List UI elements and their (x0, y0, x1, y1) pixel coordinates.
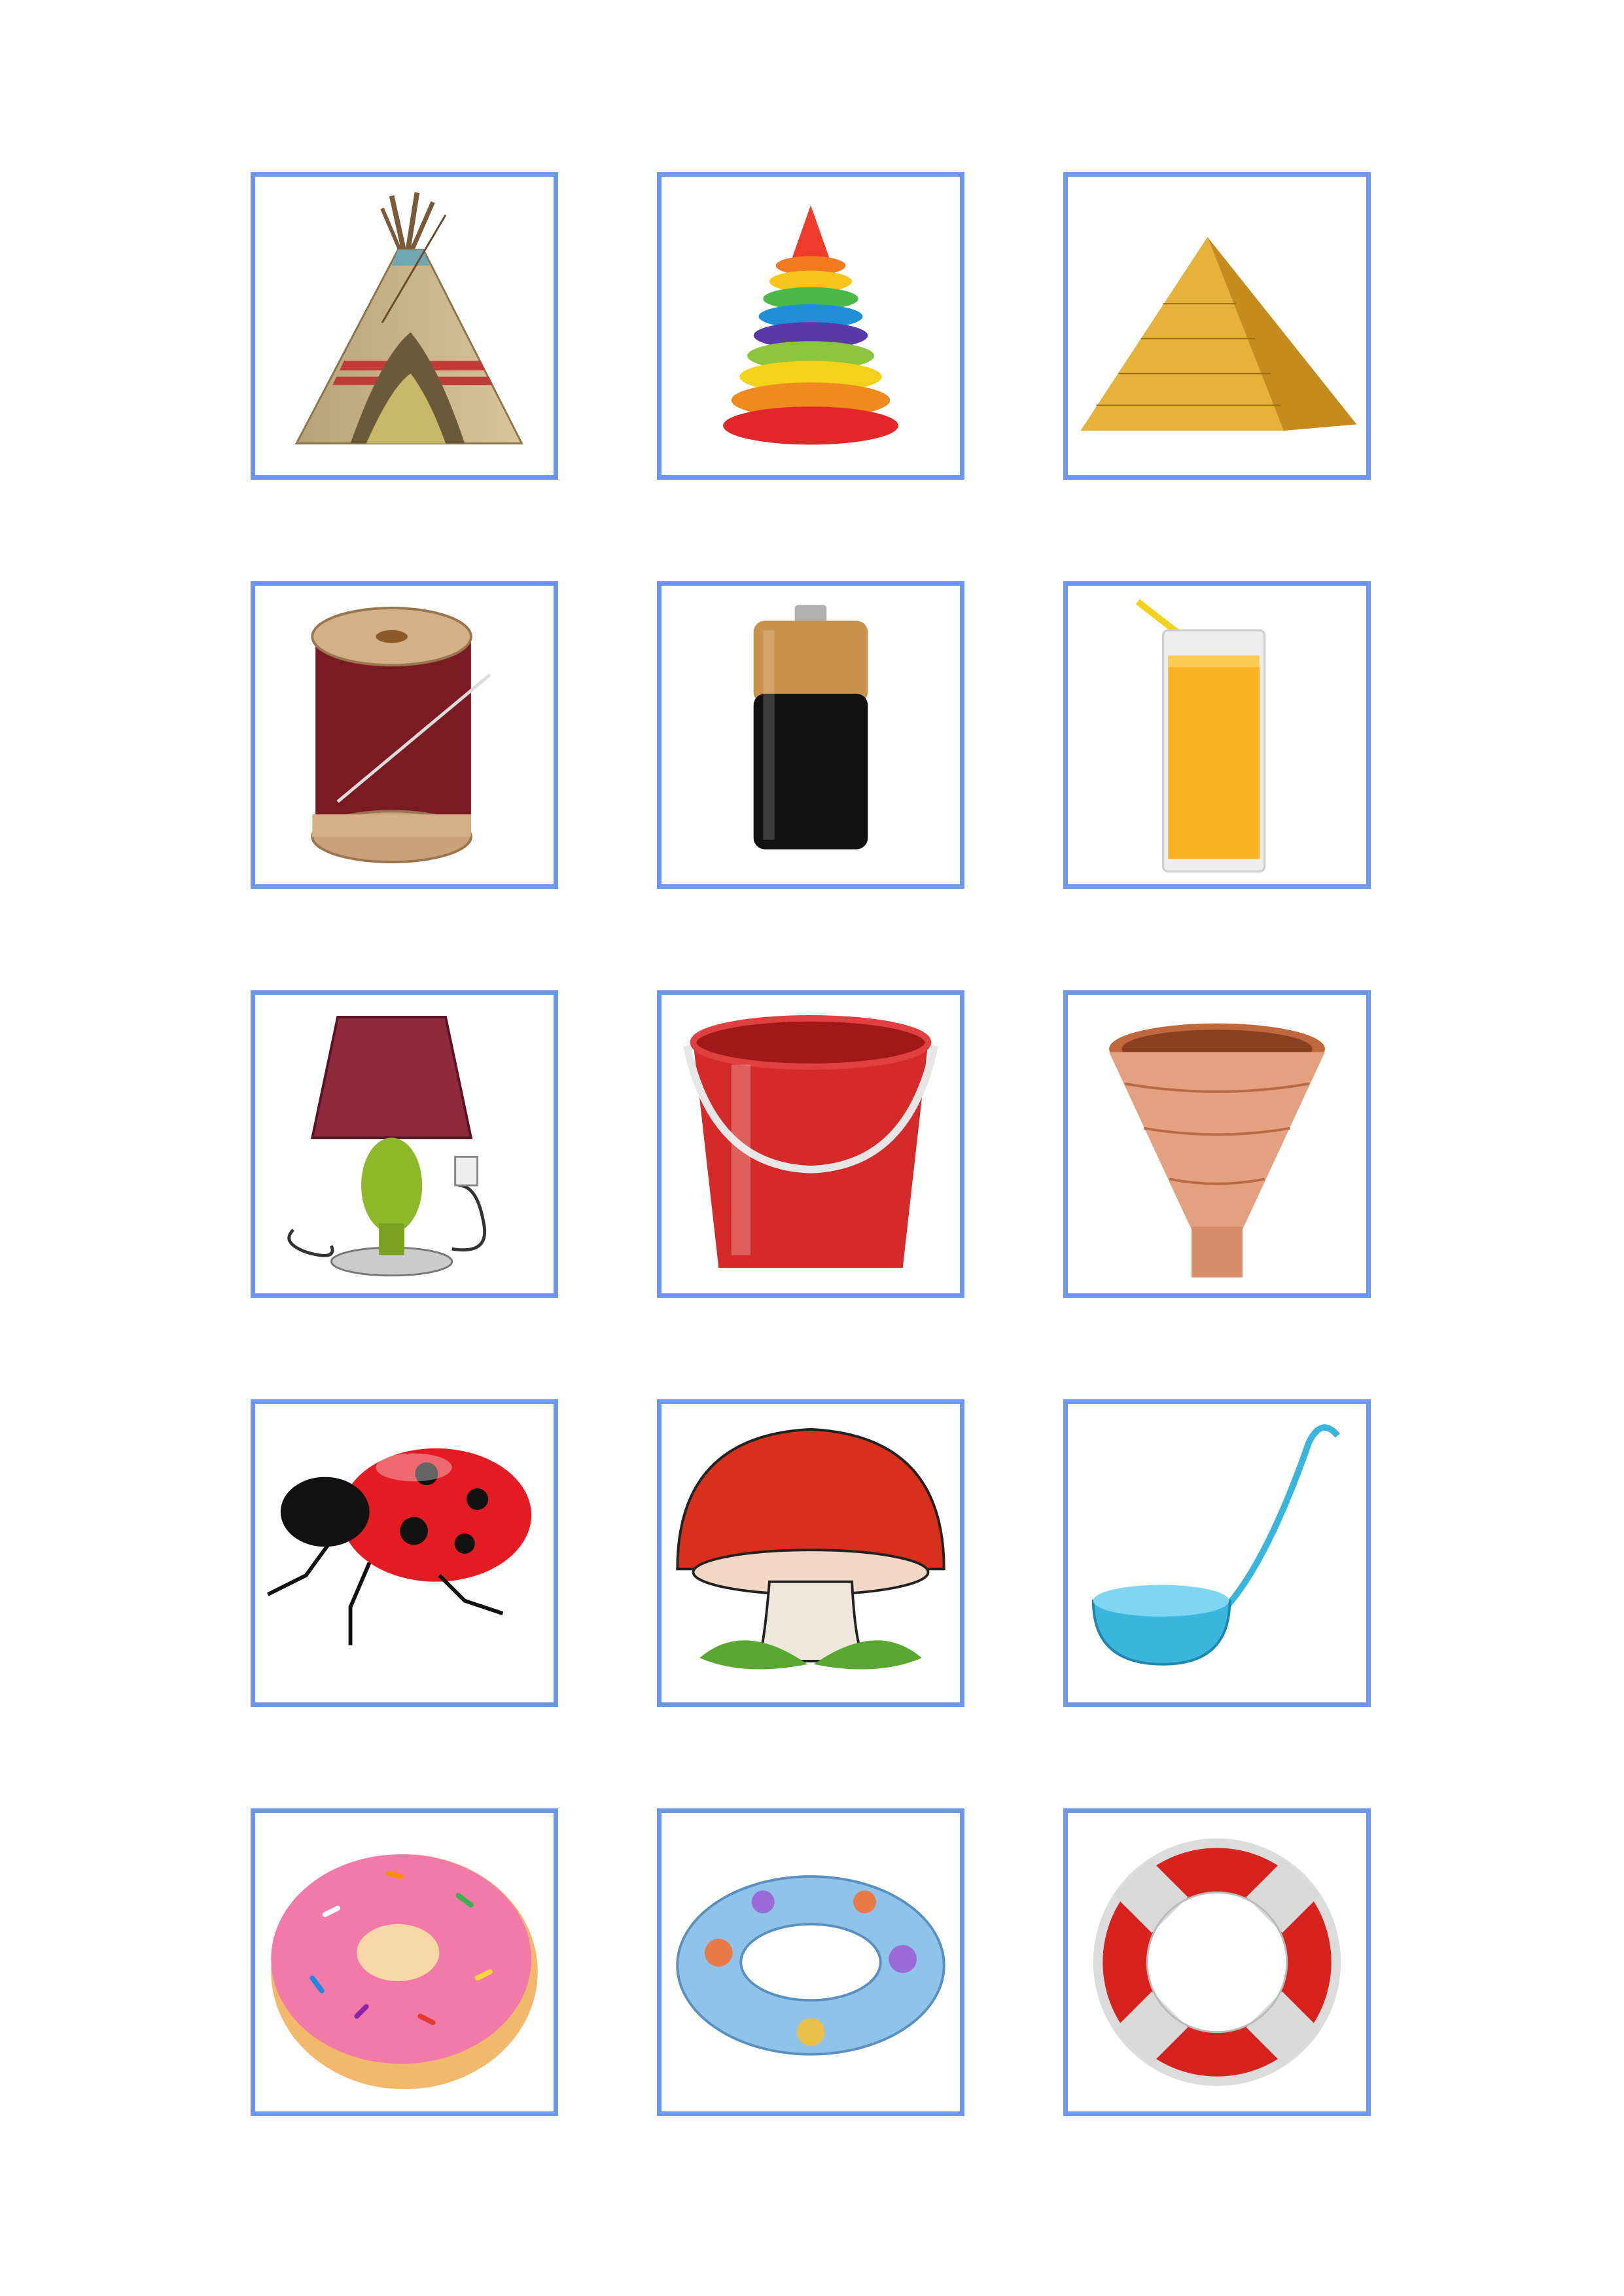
card-pyramid (1063, 172, 1371, 480)
card-donut (251, 1808, 558, 2116)
ladle-icon (1091, 1424, 1341, 1666)
battery-icon (753, 605, 868, 850)
swim-ring-icon (676, 1875, 945, 2056)
stacking-rings-toy-icon (723, 205, 898, 445)
donut-icon (271, 1854, 538, 2090)
thread-spool-icon (311, 607, 491, 863)
card-table-lamp (251, 990, 558, 1298)
card-juice-glass (1063, 581, 1371, 889)
card-mushroom (657, 1399, 964, 1707)
card-thread-spool (251, 581, 558, 889)
card-funnel (1063, 990, 1371, 1298)
card-bucket (657, 990, 964, 1298)
card-ladle (1063, 1399, 1371, 1707)
funnel-icon (1109, 1023, 1325, 1278)
card-teepee (251, 172, 558, 480)
card-battery (657, 581, 964, 889)
pyramid-icon (1080, 237, 1357, 431)
teepee-icon (294, 192, 523, 444)
table-lamp-icon (287, 1016, 486, 1277)
bucket-icon (683, 1015, 938, 1268)
ladybug-icon (267, 1448, 532, 1645)
card-stacking-rings (657, 172, 964, 480)
juice-glass-icon (1135, 599, 1266, 873)
lifebuoy-icon (1093, 1838, 1341, 2087)
card-lifebuoy (1063, 1808, 1371, 2116)
mushroom-icon (676, 1427, 945, 1670)
card-swim-ring (657, 1808, 964, 2116)
card-ladybug (251, 1399, 558, 1707)
